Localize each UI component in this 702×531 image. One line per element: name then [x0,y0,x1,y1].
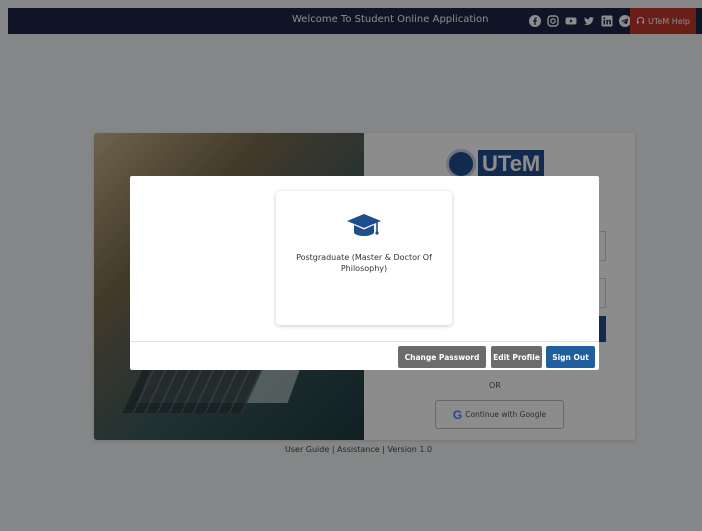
sign-out-button[interactable]: Sign Out [546,346,595,368]
modal-footer: Change Password Edit Profile Sign Out [130,341,599,370]
change-password-button[interactable]: Change Password [398,346,486,368]
programme-modal: Postgraduate (Master & Doctor Of Philoso… [130,176,599,370]
page: Welcome To Student Online Application UT… [0,0,702,531]
option-label: Postgraduate (Master & Doctor Of Philoso… [296,253,432,273]
graduation-cap-icon [347,214,381,236]
edit-profile-button[interactable]: Edit Profile [491,346,542,368]
postgraduate-option[interactable]: Postgraduate (Master & Doctor Of Philoso… [276,191,452,325]
